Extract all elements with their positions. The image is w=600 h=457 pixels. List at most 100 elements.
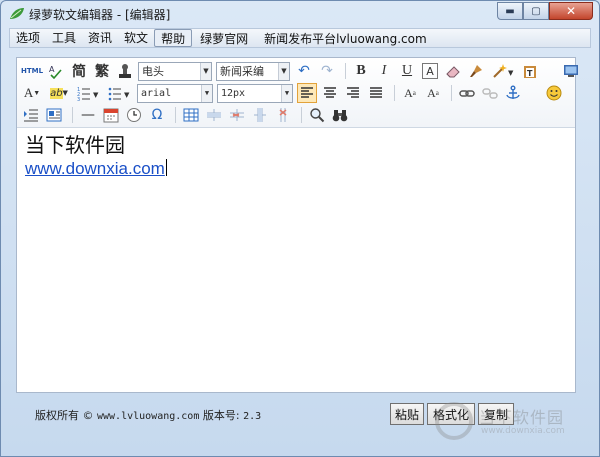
insert-column-button[interactable]: [250, 105, 270, 125]
magnifier-icon: [310, 108, 325, 123]
menu-tools[interactable]: 工具: [46, 29, 82, 47]
menu-articles[interactable]: 软文: [118, 29, 154, 47]
stamp-button[interactable]: [115, 61, 135, 81]
table-column-icon: [254, 108, 266, 122]
redo-icon: ↷: [321, 63, 333, 79]
italic-button[interactable]: I: [374, 61, 394, 81]
html-source-button[interactable]: HTML: [21, 61, 43, 81]
editor-link[interactable]: www.downxia.com: [25, 159, 165, 178]
anchor-button[interactable]: [503, 83, 523, 103]
superscript-button[interactable]: Aa: [400, 83, 420, 103]
svg-text:▼: ▼: [508, 69, 514, 77]
table-delete-row-icon: [230, 109, 244, 121]
monitor-icon: [564, 65, 578, 77]
font-color-button[interactable]: A ▼: [21, 83, 43, 103]
traditional-chinese-button[interactable]: 繁: [92, 61, 112, 81]
font-size-select[interactable]: 12px ▼: [217, 83, 293, 103]
menu-options[interactable]: 选项: [10, 29, 46, 47]
insert-link-button[interactable]: [457, 83, 477, 103]
watermark-url: www.downxia.com: [481, 426, 565, 436]
eraser-button[interactable]: [443, 61, 463, 81]
insert-time-button[interactable]: [124, 105, 144, 125]
justify-button[interactable]: [366, 83, 386, 103]
version-label: 版本号:: [202, 409, 240, 422]
insert-image-button[interactable]: [44, 105, 64, 125]
underline-button[interactable]: U: [397, 61, 417, 81]
heading-select[interactable]: 电头 ▼: [138, 61, 212, 81]
menu-news-platform[interactable]: 新闻发布平台lvluowang.com: [256, 30, 435, 47]
subscript-label: A: [427, 85, 436, 100]
font-color-label: A: [23, 85, 34, 100]
menu-help[interactable]: 帮助: [154, 29, 193, 47]
clock-icon: [127, 108, 141, 122]
font-family-select[interactable]: arial ▼: [137, 83, 213, 103]
simplified-chinese-button[interactable]: 简: [69, 61, 89, 81]
maximize-button[interactable]: ▢: [523, 2, 549, 20]
link-icon: [459, 90, 475, 97]
preview-button[interactable]: [561, 61, 581, 81]
source-select[interactable]: 新闻采编 ▼: [216, 61, 290, 81]
close-button[interactable]: ✕: [549, 2, 593, 20]
highlight-button[interactable]: ab ▼: [46, 83, 72, 103]
menu-news[interactable]: 资讯: [82, 29, 118, 47]
watermark: 当下软件园 www.downxia.com: [435, 402, 585, 442]
leaf-app-icon: [10, 8, 24, 19]
align-left-button[interactable]: [297, 83, 317, 103]
delete-column-button[interactable]: [273, 105, 293, 125]
title-bar[interactable]: 绿萝软文编辑器 - [编辑器] ▬ ▢ ✕: [1, 1, 599, 27]
horizontal-rule-button[interactable]: —: [78, 105, 98, 125]
chevron-down-icon: ▼: [200, 62, 211, 80]
bold-button[interactable]: B: [351, 61, 371, 81]
copyright-site: www.lvluowang.com: [97, 411, 200, 422]
chevron-down-icon: ▼: [278, 62, 289, 80]
subscript-button[interactable]: Aa: [423, 83, 443, 103]
superscript-label: A: [404, 85, 413, 100]
toolbar-separator: [175, 107, 176, 123]
svg-text:▼: ▼: [124, 91, 130, 99]
find-button[interactable]: [307, 105, 327, 125]
editor-content[interactable]: 当下软件园 www.downxia.com: [25, 132, 565, 180]
ordered-list-icon: 123▼: [77, 87, 99, 101]
paste-button[interactable]: 粘贴: [390, 403, 424, 425]
indent-button[interactable]: [21, 105, 41, 125]
toolbar-separator: [345, 63, 346, 79]
emoticon-button[interactable]: [544, 83, 564, 103]
minimize-button[interactable]: ▬: [497, 2, 523, 20]
align-left-icon: [301, 87, 313, 98]
undo-button[interactable]: ↶: [294, 61, 314, 81]
bullet-list-icon: ▼: [108, 87, 130, 101]
align-center-button[interactable]: [320, 83, 340, 103]
find-replace-button[interactable]: [330, 105, 350, 125]
table-row-icon: [207, 109, 221, 121]
image-layout-icon: [46, 108, 62, 122]
align-right-button[interactable]: [343, 83, 363, 103]
insert-row-button[interactable]: [204, 105, 224, 125]
copyright-label: 版权所有 ©: [35, 409, 94, 422]
format-painter-button[interactable]: [466, 61, 486, 81]
table-icon: [183, 108, 199, 122]
unlink-button[interactable]: [480, 83, 500, 103]
special-char-button[interactable]: Ω: [147, 105, 167, 125]
insert-table-button[interactable]: [181, 105, 201, 125]
table-delete-column-icon: [279, 108, 287, 122]
spell-check-icon: A: [49, 65, 62, 79]
menu-official-site[interactable]: 绿萝官网: [192, 30, 256, 47]
source-select-value: 新闻采编: [220, 65, 264, 78]
ordered-list-button[interactable]: 1 2 3 ▼: [75, 83, 103, 103]
toolbar-separator: [451, 85, 452, 101]
delete-row-button[interactable]: [227, 105, 247, 125]
spell-check-button[interactable]: A: [46, 61, 66, 81]
clipboard-icon: T: [524, 66, 536, 78]
insert-date-button[interactable]: [101, 105, 121, 125]
align-right-icon: [347, 87, 359, 98]
undo-icon: ↶: [298, 63, 310, 79]
toolbar-separator: [72, 107, 73, 123]
paste-text-button[interactable]: T: [520, 61, 540, 81]
font-box-button[interactable]: A: [422, 63, 438, 79]
redo-button[interactable]: ↷: [317, 61, 337, 81]
magic-wand-button[interactable]: ▼: [489, 61, 517, 81]
minimize-icon: ▬: [505, 5, 515, 17]
svg-text:▼: ▼: [93, 91, 99, 99]
unordered-list-button[interactable]: ▼: [106, 83, 134, 103]
indent-icon: [24, 109, 38, 122]
